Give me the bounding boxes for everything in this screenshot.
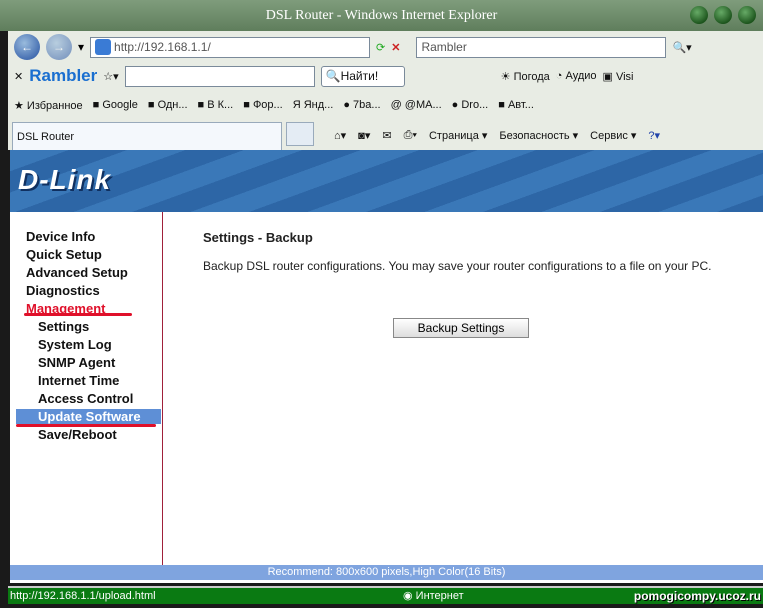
menu-diagnostics[interactable]: Diagnostics (26, 283, 100, 298)
address-bar[interactable]: http://192.168.1.1/ (90, 36, 371, 58)
backup-settings-button[interactable]: Backup Settings (393, 318, 529, 338)
watermark: pomogicompy.ucoz.ru (633, 589, 761, 603)
internet-zone: ◉ Интернет (403, 590, 464, 602)
tools-menu[interactable]: Сервис ▾ (590, 129, 636, 142)
footer-bar: Recommend: 800x600 pixels,High Color(16 … (10, 565, 763, 580)
minimize-button[interactable] (690, 6, 708, 24)
maximize-button[interactable] (714, 6, 732, 24)
close-toolbar-icon[interactable]: ✕ (14, 70, 23, 83)
safety-menu[interactable]: Безопасность ▾ (499, 129, 578, 142)
page-menu[interactable]: Страница ▾ (429, 129, 487, 142)
magnifier-icon: 🔍 (325, 69, 341, 83)
fav-item[interactable]: ■ Фор... (243, 99, 282, 111)
fav-item[interactable]: ■ Google (93, 99, 138, 111)
content-area: Settings - Backup Backup DSL router conf… (203, 230, 723, 338)
window-title-bar: DSL Router - Windows Internet Explorer (0, 0, 763, 31)
tab-dsl-router[interactable]: DSL Router (12, 122, 282, 150)
browser-chrome: ← → ▾ http://192.168.1.1/ ⟳ ✕ Rambler 🔍▾… (8, 31, 763, 150)
menu-quick-setup[interactable]: Quick Setup (26, 247, 102, 262)
history-dropdown-icon[interactable]: ▾ (78, 40, 84, 54)
dlink-logo: D-Link (18, 164, 112, 195)
help-icon[interactable]: ?▾ (648, 129, 660, 142)
favorites-button[interactable]: ★ Избранное (14, 99, 83, 112)
star-icon[interactable]: ☆▾ (103, 70, 118, 83)
back-button[interactable]: ← (14, 34, 40, 60)
fav-item[interactable]: @ @MA... (391, 99, 442, 111)
menu-device-info[interactable]: Device Info (26, 229, 95, 244)
new-tab-button[interactable] (286, 122, 314, 146)
menu-update-software[interactable]: Update Software (38, 409, 141, 424)
menu-settings[interactable]: Settings (38, 319, 89, 334)
menu-advanced-setup[interactable]: Advanced Setup (26, 265, 128, 280)
rambler-search-input[interactable] (124, 65, 315, 87)
menu-save-reboot[interactable]: Save/Reboot (38, 427, 117, 442)
menu-system-log[interactable]: System Log (38, 337, 112, 352)
rss-icon[interactable]: ◙▾ (358, 129, 370, 142)
stop-icon[interactable]: ✕ (391, 41, 400, 54)
red-underline (24, 313, 132, 316)
refresh-icon[interactable]: ⟳ (376, 41, 385, 54)
dlink-banner: D-Link (10, 150, 763, 212)
fav-item[interactable]: ■ Одн... (148, 99, 188, 111)
fav-item[interactable]: Я Янд... (293, 99, 334, 111)
search-icon[interactable]: 🔍▾ (672, 41, 691, 54)
rambler-logo: Rambler (29, 66, 98, 85)
window-title: DSL Router - Windows Internet Explorer (265, 8, 498, 23)
search-input[interactable]: Rambler (416, 36, 667, 58)
forward-button[interactable]: → (46, 34, 72, 60)
router-page: D-Link Device Info Quick Setup Advanced … (10, 150, 763, 583)
visi-link[interactable]: ▣ Visi (603, 70, 634, 83)
weather-link[interactable]: ☀ Погода (501, 70, 550, 83)
find-button[interactable]: 🔍 Найти! (320, 65, 405, 87)
fav-item[interactable]: ■ Авт... (498, 99, 534, 111)
fav-item[interactable]: ● Dro... (452, 99, 489, 111)
menu-snmp-agent[interactable]: SNMP Agent (38, 355, 115, 370)
sidebar-menu: Device Info Quick Setup Advanced Setup D… (10, 212, 163, 565)
mail-icon[interactable]: ✉ (382, 129, 391, 142)
close-button[interactable] (738, 6, 756, 24)
description: Backup DSL router configurations. You ma… (203, 259, 712, 273)
audio-link[interactable]: ◔ Аудио (556, 70, 597, 82)
menu-access-control[interactable]: Access Control (38, 391, 133, 406)
fav-item[interactable]: ● 7ba... (343, 99, 380, 111)
status-url: http://192.168.1.1/upload.html (10, 590, 156, 602)
print-icon[interactable]: ⎙▾ (404, 129, 417, 142)
fav-item[interactable]: ■ В К... (198, 99, 234, 111)
status-bar: http://192.168.1.1/upload.html ◉ Интерне… (8, 586, 763, 604)
menu-internet-time[interactable]: Internet Time (38, 373, 119, 388)
ie-page-icon (95, 39, 112, 55)
home-icon[interactable]: ⌂▾ (334, 129, 346, 142)
page-title: Settings - Backup (203, 230, 313, 245)
